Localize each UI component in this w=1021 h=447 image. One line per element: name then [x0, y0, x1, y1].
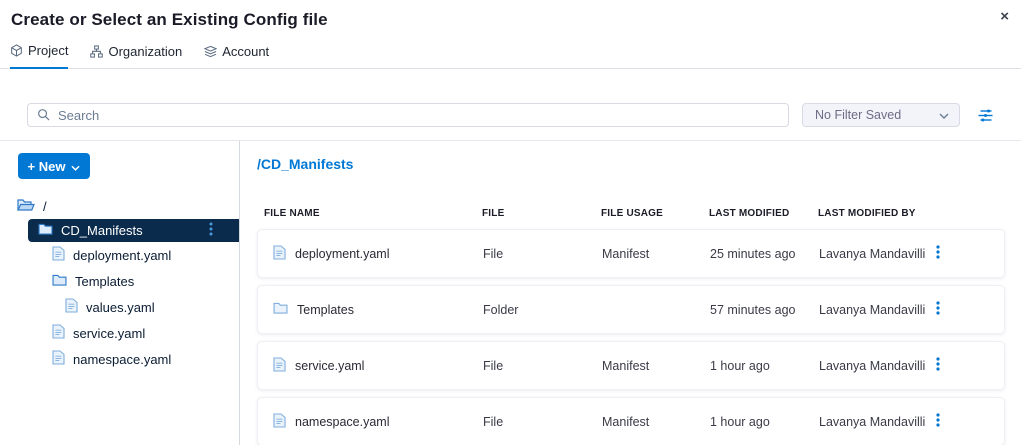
folder-icon [38, 223, 53, 238]
file-name: deployment.yaml [295, 247, 390, 261]
new-button-label: + New [28, 159, 66, 174]
saved-filter-value: No Filter Saved [815, 108, 901, 122]
saved-filter-select[interactable]: No Filter Saved [802, 103, 960, 127]
search-icon [37, 108, 50, 126]
kebab-menu-icon[interactable] [931, 411, 945, 432]
filter-sliders-icon[interactable] [977, 108, 994, 123]
column-header-file-usage: FILE USAGE [601, 208, 709, 219]
table-row[interactable]: deployment.yaml File Manifest 25 minutes… [257, 229, 1005, 278]
file-usage: Manifest [602, 415, 710, 429]
file-icon [273, 413, 286, 431]
table-row[interactable]: Templates Folder 57 minutes ago Lavanya … [257, 285, 1005, 334]
file-icon [52, 246, 65, 264]
chevron-down-icon [71, 159, 80, 174]
tab-account[interactable]: Account [204, 43, 269, 68]
tree-item-deployment-yaml[interactable]: deployment.yaml [0, 242, 239, 268]
tab-label: Project [28, 43, 68, 58]
column-header-file: FILE [482, 208, 601, 219]
tab-label: Organization [108, 44, 182, 59]
search-box [27, 103, 789, 127]
tree-item-label: values.yaml [86, 300, 155, 315]
breadcrumb[interactable]: /CD_Manifests [257, 156, 1005, 172]
table-header-row: FILE NAME FILE FILE USAGE LAST MODIFIED … [257, 208, 1005, 219]
modal-header: Create or Select an Existing Config file… [0, 0, 1021, 30]
last-modified-by: Lavanya Mandavilli [819, 247, 931, 261]
last-modified: 1 hour ago [710, 415, 819, 429]
file-usage: Manifest [602, 359, 710, 373]
toolbar: No Filter Saved [27, 103, 1005, 127]
tab-project[interactable]: Project [10, 43, 68, 69]
file-name: namespace.yaml [295, 415, 390, 429]
tree-item-root[interactable]: / [0, 193, 239, 219]
account-icon [204, 45, 217, 58]
page-title: Create or Select an Existing Config file [11, 10, 1007, 30]
folder-icon [273, 302, 288, 317]
file-list: deployment.yaml File Manifest 25 minutes… [257, 229, 1005, 445]
last-modified: 1 hour ago [710, 359, 819, 373]
last-modified-by: Lavanya Mandavilli [819, 303, 931, 317]
tree-item-label: deployment.yaml [73, 248, 171, 263]
file-icon [273, 357, 286, 375]
file-icon [273, 245, 286, 263]
file-tree-sidebar: + New / CD_Manifests [0, 141, 240, 445]
file-icon [65, 298, 78, 316]
file-list-panel: /CD_Manifests FILE NAME FILE FILE USAGE … [240, 141, 1021, 445]
file-type: Folder [483, 303, 602, 317]
tree-item-service-yaml[interactable]: service.yaml [0, 320, 239, 346]
organization-icon [90, 45, 103, 58]
scope-tabs: Project Organization Account [0, 43, 1021, 69]
file-usage: Manifest [602, 247, 710, 261]
last-modified: 57 minutes ago [710, 303, 819, 317]
kebab-menu-icon[interactable] [931, 299, 945, 320]
file-type: File [483, 247, 602, 261]
file-name: Templates [297, 303, 354, 317]
column-header-last-modified: LAST MODIFIED [709, 208, 818, 219]
column-header-last-modified-by: LAST MODIFIED BY [818, 208, 930, 219]
file-type: File [483, 415, 602, 429]
file-name: service.yaml [295, 359, 364, 373]
search-input[interactable] [27, 103, 789, 127]
open-folder-icon [17, 198, 35, 215]
tree-item-templates[interactable]: Templates [0, 268, 239, 294]
kebab-menu-icon[interactable] [205, 220, 227, 241]
chevron-down-icon [939, 108, 949, 122]
folder-icon [52, 274, 67, 289]
kebab-menu-icon[interactable] [931, 243, 945, 264]
tree-item-label: Templates [75, 274, 134, 289]
dialog-body: + New / CD_Manifests [0, 141, 1021, 445]
last-modified-by: Lavanya Mandavilli [819, 415, 931, 429]
last-modified-by: Lavanya Mandavilli [819, 359, 931, 373]
project-icon [10, 44, 23, 57]
file-icon [52, 350, 65, 368]
close-icon[interactable]: × [1000, 9, 1009, 24]
tree-item-values-yaml[interactable]: values.yaml [0, 294, 239, 320]
kebab-menu-icon[interactable] [931, 355, 945, 376]
table-row[interactable]: service.yaml File Manifest 1 hour ago La… [257, 341, 1005, 390]
new-button[interactable]: + New [18, 153, 90, 179]
tree-item-label: service.yaml [73, 326, 145, 341]
column-header-file-name: FILE NAME [257, 208, 482, 219]
file-type: File [483, 359, 602, 373]
file-tree: / CD_Manifests deployment.yaml [0, 193, 239, 372]
tree-item-label: CD_Manifests [61, 223, 143, 238]
table-row[interactable]: namespace.yaml File Manifest 1 hour ago … [257, 397, 1005, 445]
tree-item-namespace-yaml[interactable]: namespace.yaml [0, 346, 239, 372]
file-icon [52, 324, 65, 342]
tree-item-label: namespace.yaml [73, 352, 171, 367]
tab-label: Account [222, 44, 269, 59]
last-modified: 25 minutes ago [710, 247, 819, 261]
tab-organization[interactable]: Organization [90, 43, 182, 68]
tree-item-label: / [43, 199, 47, 214]
tree-item-cd-manifests[interactable]: CD_Manifests [28, 219, 239, 242]
